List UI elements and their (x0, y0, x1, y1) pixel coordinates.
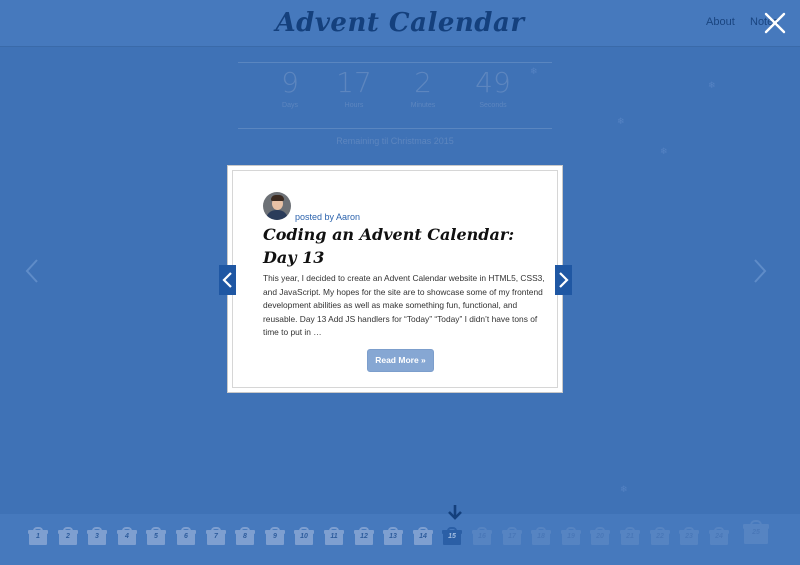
gift-day-number: 20 (596, 533, 604, 540)
gift-day-number: 16 (478, 533, 486, 540)
gift-day-number: 4 (125, 533, 129, 540)
snowflake-icon: ❄ (617, 116, 625, 126)
gift-day-number: 18 (537, 533, 545, 540)
countdown-seconds-value: 49 (475, 66, 511, 99)
gift-day-number: 22 (656, 533, 664, 540)
gift-day-3[interactable]: 3 (87, 527, 107, 545)
countdown-days-label: Days (282, 102, 298, 109)
gift-day-number: 9 (273, 533, 277, 540)
countdown-hours: 17 Hours (319, 66, 389, 122)
gift-day-number: 8 (243, 533, 247, 540)
snowflake-icon: ❄ (620, 484, 628, 494)
gift-day-number: 21 (626, 533, 634, 540)
read-more-button[interactable]: Read More » (367, 349, 434, 372)
gift-day-21[interactable]: 21 (620, 527, 640, 545)
chevron-right-icon (559, 272, 569, 288)
gift-day-12[interactable]: 12 (354, 527, 374, 545)
gift-day-16[interactable]: 16 (472, 527, 492, 545)
gift-day-number: 2 (66, 533, 70, 540)
background-prev-icon (24, 258, 40, 284)
gift-day-18[interactable]: 18 (531, 527, 551, 545)
gift-day-14[interactable]: 14 (413, 527, 433, 545)
close-icon[interactable] (762, 10, 788, 36)
countdown-caption: Remaining til Christmas 2015 (336, 136, 454, 146)
gift-day-20[interactable]: 20 (590, 527, 610, 545)
gift-day-number: 12 (360, 533, 368, 540)
gift-day-5[interactable]: 5 (146, 527, 166, 545)
prev-post-button[interactable] (219, 265, 236, 295)
site-title[interactable]: Advent Calendar (0, 8, 800, 38)
post-excerpt: This year, I decided to create an Advent… (263, 273, 545, 338)
gift-day-19[interactable]: 19 (561, 527, 581, 545)
gift-day-7[interactable]: 7 (206, 527, 226, 545)
site-header: Advent Calendar About Notes (0, 0, 800, 47)
chevron-left-icon (222, 272, 232, 288)
gift-day-number: 14 (419, 533, 427, 540)
gift-day-number: 6 (184, 533, 188, 540)
gift-day-23[interactable]: 23 (679, 527, 699, 545)
countdown-minutes: 2 Minutes (388, 66, 458, 122)
gift-day-10[interactable]: 10 (294, 527, 314, 545)
gift-day-number: 25 (752, 529, 760, 536)
gift-day-4[interactable]: 4 (117, 527, 137, 545)
avatar (263, 192, 291, 220)
nav-about-link[interactable]: About (706, 16, 735, 28)
countdown-seconds-label: Seconds (479, 102, 507, 109)
arrow-down-icon (447, 504, 463, 520)
gift-day-number: 19 (567, 533, 575, 540)
gift-day-number: 24 (715, 533, 723, 540)
gift-day-22[interactable]: 22 (650, 527, 670, 545)
countdown-days: 9 Days (255, 66, 325, 122)
gift-day-1[interactable]: 1 (28, 527, 48, 545)
countdown-days-value: 9 (281, 66, 299, 99)
countdown-seconds: 49 Seconds (458, 66, 528, 122)
gift-day-11[interactable]: 11 (324, 527, 344, 545)
gift-day-9[interactable]: 9 (265, 527, 285, 545)
gift-day-2[interactable]: 2 (58, 527, 78, 545)
gift-day-6[interactable]: 6 (176, 527, 196, 545)
gift-day-number: 10 (300, 533, 308, 540)
gift-day-17[interactable]: 17 (502, 527, 522, 545)
gift-day-number: 11 (330, 533, 338, 540)
countdown-hours-value: 17 (336, 66, 372, 99)
gift-day-number: 1 (36, 533, 40, 540)
snowflake-icon: ❄ (530, 66, 538, 76)
gift-day-number: 5 (154, 533, 158, 540)
snowflake-icon: ❄ (660, 146, 668, 156)
post-modal: posted by Aaron Coding an Advent Calenda… (227, 165, 563, 393)
countdown-divider-top (238, 62, 552, 63)
gift-day-24[interactable]: 24 (709, 527, 729, 545)
countdown-minutes-value: 2 (414, 66, 432, 99)
gift-day-15[interactable]: 15 (442, 527, 462, 545)
background-next-icon (752, 258, 768, 284)
post-modal-frame: posted by Aaron Coding an Advent Calenda… (232, 170, 558, 388)
gift-day-13[interactable]: 13 (383, 527, 403, 545)
next-post-button[interactable] (555, 265, 572, 295)
gift-day-8[interactable]: 8 (235, 527, 255, 545)
countdown-hours-label: Hours (344, 102, 364, 109)
gift-day-number: 17 (508, 533, 516, 540)
post-author-link[interactable]: posted by Aaron (295, 212, 360, 222)
gift-day-25[interactable]: 25 (743, 520, 769, 544)
countdown-minutes-label: Minutes (410, 102, 436, 109)
snowflake-icon: ❄ (708, 80, 716, 90)
gift-day-number: 3 (95, 533, 99, 540)
gift-day-number: 13 (389, 533, 397, 540)
post-title[interactable]: Coding an Advent Calendar: Day 13 (263, 223, 553, 269)
gift-day-number: 7 (214, 533, 218, 540)
countdown-divider-bottom (238, 128, 552, 129)
gift-day-number: 23 (685, 533, 693, 540)
gift-day-number: 15 (448, 533, 456, 540)
